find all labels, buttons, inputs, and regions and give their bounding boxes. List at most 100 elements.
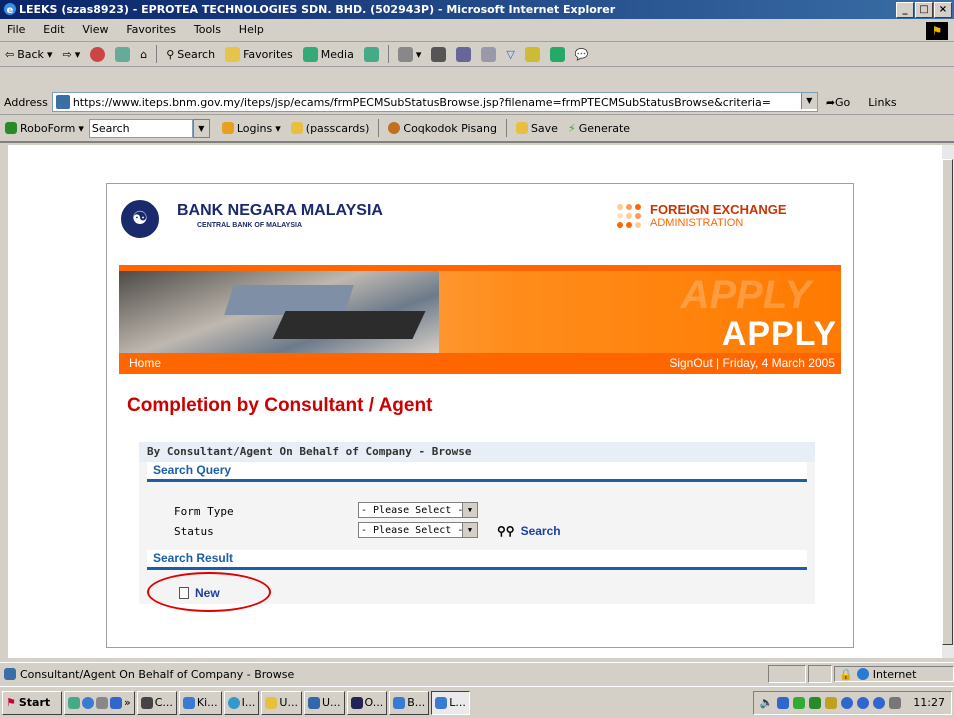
roboform-button[interactable]: RoboForm ▾ [0, 122, 89, 135]
task-button-1[interactable]: C... [136, 690, 177, 715]
task-button-7[interactable]: B... [389, 690, 430, 715]
vertical-scrollbar[interactable] [942, 145, 954, 658]
system-tray: 🔈 11:27 [752, 690, 952, 715]
refresh-button[interactable] [110, 46, 135, 62]
start-button[interactable]: ⚑ Start [2, 690, 62, 715]
clock[interactable]: 11:27 [913, 696, 945, 709]
chat-button[interactable] [545, 46, 570, 62]
home-link[interactable]: Home [129, 353, 161, 374]
menu-file[interactable]: File [0, 19, 32, 41]
forward-button[interactable]: ⇨ ▾ [57, 48, 85, 61]
signout-link[interactable]: SignOut [669, 356, 712, 370]
window-titlebar: e LEEKS (szas8923) - EPROTEA TECHNOLOGIE… [0, 0, 954, 19]
fx-dots-icon [617, 204, 641, 228]
task-button-8[interactable]: L... [431, 690, 470, 715]
history-button[interactable] [359, 46, 384, 62]
home-button[interactable]: ⌂ [135, 48, 152, 61]
bnm-logo-icon: ☯ [121, 200, 159, 238]
search-toolbar-button[interactable]: ⚲ Search [161, 48, 220, 61]
identity-icon [388, 122, 401, 134]
tray-app-icon[interactable] [793, 696, 806, 709]
address-dropdown-arrow[interactable]: ▼ [800, 93, 817, 109]
media-button[interactable]: Media [298, 46, 359, 62]
menu-edit[interactable]: Edit [36, 19, 71, 41]
page-icon [4, 668, 16, 680]
task-button-5[interactable]: U... [303, 690, 345, 715]
forward-arrow-icon: ⇨ [62, 47, 72, 61]
speech-button[interactable]: 💬 [570, 48, 594, 61]
menu-help[interactable]: Help [232, 19, 271, 41]
tray-app-icon[interactable] [825, 696, 838, 709]
filter-button[interactable]: ▽ [501, 48, 519, 61]
address-input[interactable]: https://www.iteps.bnm.gov.my/iteps/jsp/e… [51, 92, 818, 112]
passcards-button[interactable]: (passcards) [286, 122, 375, 135]
discuss-button[interactable] [476, 46, 501, 62]
maximize-button[interactable]: □ [915, 2, 933, 18]
chevron-right-icon[interactable]: » [124, 696, 131, 709]
menu-view[interactable]: View [75, 19, 115, 41]
desktop-icon[interactable] [68, 696, 80, 709]
edit-icon [456, 46, 472, 62]
mail-icon [397, 46, 413, 62]
roboform-tray-icon[interactable] [809, 696, 822, 709]
svg-text:e: e [7, 5, 14, 16]
mail-button[interactable]: ▾ [393, 46, 427, 62]
menu-tools[interactable]: Tools [187, 19, 228, 41]
close-button[interactable]: × [934, 2, 952, 18]
edit-button[interactable] [451, 46, 476, 62]
menu-favorites[interactable]: Favorites [119, 19, 183, 41]
windows-flag-icon: ⚑ [6, 696, 16, 709]
address-url: https://www.iteps.bnm.gov.my/iteps/jsp/e… [72, 95, 772, 109]
task-button-2[interactable]: Ki... [178, 690, 222, 715]
links-button[interactable]: Links [868, 96, 896, 109]
form-type-select[interactable]: - Please Select - ▼ [358, 502, 478, 518]
messenger-button[interactable] [520, 46, 545, 62]
favorites-button[interactable]: Favorites [220, 46, 298, 62]
roboform-icon [5, 122, 17, 134]
back-button[interactable]: ⇦ Back ▾ [0, 48, 57, 61]
page-viewport: ☯ BANK NEGARA MALAYSIA CENTRAL BANK OF M… [8, 145, 942, 658]
search-result-section: Search Result [147, 550, 807, 570]
save-button[interactable]: Save [511, 122, 563, 135]
go-button[interactable]: ➦Go [826, 96, 850, 109]
favorites-icon [225, 46, 241, 62]
windows-logo-icon: ⚑ [926, 22, 948, 40]
address-bar: Address https://www.iteps.bnm.gov.my/ite… [0, 90, 954, 115]
tray-app-icon[interactable] [841, 696, 854, 709]
task-button-3[interactable]: I... [223, 690, 260, 715]
status-bar: Consultant/Agent On Behalf of Company - … [0, 662, 954, 685]
messenger-icon [524, 46, 540, 62]
stop-button[interactable] [85, 46, 110, 62]
network-icon[interactable] [777, 696, 790, 709]
refresh-icon [115, 46, 131, 62]
task-button-6[interactable]: O... [346, 690, 388, 715]
explorer-icon[interactable] [96, 696, 108, 709]
task-button-4[interactable]: U... [261, 690, 302, 715]
tray-app-icon[interactable] [873, 696, 886, 709]
volume-icon[interactable]: 🔈 [760, 696, 774, 709]
roboform-search-input[interactable]: Search ▼ [88, 118, 210, 138]
lock-icon: 🔒 [839, 667, 853, 681]
roboform-search-dropdown[interactable]: ▼ [192, 118, 210, 138]
minimize-button[interactable]: _ [896, 2, 914, 18]
search-button[interactable]: ⚲⚲ Search [497, 524, 561, 538]
ie-quicklaunch-icon[interactable] [82, 696, 94, 709]
internet-zone-icon [856, 668, 869, 680]
tray-app-icon[interactable] [857, 696, 870, 709]
media-icon [302, 46, 318, 62]
logins-button[interactable]: Logins ▾ [217, 122, 286, 135]
address-label: Address [4, 95, 48, 109]
search-icon: ⚲ [166, 47, 175, 61]
generate-button[interactable]: ⚡ Generate [563, 122, 635, 135]
tray-app-icon[interactable] [889, 696, 902, 709]
status-message: Consultant/Agent On Behalf of Company - … [20, 667, 295, 681]
print-button[interactable] [426, 46, 451, 62]
fx-title: FOREIGN EXCHANGE [650, 202, 787, 217]
media-quicklaunch-icon[interactable] [110, 696, 122, 709]
status-select[interactable]: - Please Select - ▼ [358, 522, 478, 538]
site-nav-bar: Home SignOut | Friday, 4 March 2005 [119, 353, 841, 374]
scrollbar-thumb[interactable] [942, 159, 953, 645]
back-arrow-icon: ⇦ [5, 47, 15, 61]
identity-button[interactable]: Coqkodok Pisang [383, 122, 502, 135]
save-icon [515, 122, 528, 134]
